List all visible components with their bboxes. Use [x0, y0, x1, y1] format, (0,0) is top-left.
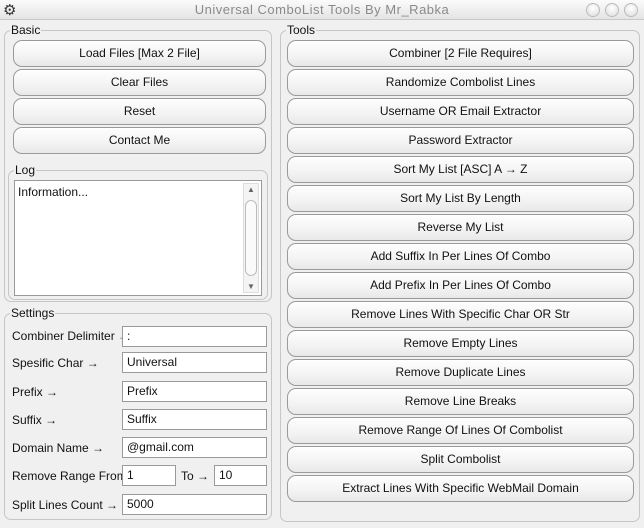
- scroll-down-icon[interactable]: ▼: [244, 282, 258, 291]
- remove-range-label: Remove Range From :: [12, 469, 134, 483]
- minimize-button[interactable]: [586, 3, 600, 17]
- tools-button-reverse-my-list[interactable]: Reverse My List: [287, 214, 634, 241]
- title-bar: ⚙ Universal ComboList Tools By Mr_Rabka: [0, 0, 644, 20]
- tools-button-sort-my-list-by-length[interactable]: Sort My List By Length: [287, 185, 634, 212]
- range-to-input[interactable]: 10: [214, 465, 267, 486]
- log-textarea[interactable]: Information... ▲ ▼: [14, 180, 262, 296]
- log-scrollbar[interactable]: ▲ ▼: [243, 183, 259, 293]
- tools-button-sort-my-list-asc-a-z[interactable]: Sort My List [ASC] A → Z: [287, 156, 634, 183]
- split-lines-input[interactable]: 5000: [122, 494, 267, 515]
- basic-group-label: Basic: [10, 23, 42, 37]
- close-button[interactable]: [624, 3, 638, 17]
- basic-button-contact-me[interactable]: Contact Me: [13, 127, 266, 154]
- basic-button-clear-files[interactable]: Clear Files: [13, 69, 266, 96]
- tools-button-remove-lines-with-specific-char-or-str[interactable]: Remove Lines With Specific Char OR Str: [287, 301, 634, 328]
- tools-button-remove-empty-lines[interactable]: Remove Empty Lines: [287, 330, 634, 357]
- specific-char-input[interactable]: Universal: [122, 352, 267, 373]
- window-title: Universal ComboList Tools By Mr_Rabka: [194, 2, 450, 17]
- maximize-button[interactable]: [605, 3, 619, 17]
- combiner-delimiter-label: Combiner Delimiter →: [12, 329, 131, 343]
- tools-button-randomize-combolist-lines[interactable]: Randomize Combolist Lines: [287, 69, 634, 96]
- tools-button-add-prefix-in-per-lines-of-combo[interactable]: Add Prefix In Per Lines Of Combo: [287, 272, 634, 299]
- tools-button-password-extractor[interactable]: Password Extractor: [287, 127, 634, 154]
- scroll-thumb[interactable]: [245, 200, 257, 276]
- tools-button-combiner-2-file-requires[interactable]: Combiner [2 File Requires]: [287, 40, 634, 67]
- tools-button-add-suffix-in-per-lines-of-combo[interactable]: Add Suffix In Per Lines Of Combo: [287, 243, 634, 270]
- log-text: Information...: [18, 185, 89, 199]
- split-lines-label: Split Lines Count →: [12, 498, 119, 512]
- range-from-input[interactable]: 1: [122, 465, 176, 486]
- tools-button-split-combolist[interactable]: Split Combolist: [287, 446, 634, 473]
- range-to-label: To →: [181, 469, 210, 483]
- combiner-delimiter-input[interactable]: :: [122, 326, 267, 347]
- tools-group-label: Tools: [286, 23, 317, 37]
- domain-name-label: Domain Name →: [12, 441, 105, 455]
- domain-name-input[interactable]: @gmail.com: [122, 437, 267, 458]
- tools-button-remove-range-of-lines-of-combolist[interactable]: Remove Range Of Lines Of Combolist: [287, 417, 634, 444]
- prefix-label: Prefix →: [12, 385, 59, 399]
- tools-button-extract-lines-with-specific-webmail-domain[interactable]: Extract Lines With Specific WebMail Doma…: [287, 475, 634, 502]
- tools-button-remove-line-breaks[interactable]: Remove Line Breaks: [287, 388, 634, 415]
- settings-group-label: Settings: [10, 306, 56, 320]
- tools-button-remove-duplicate-lines[interactable]: Remove Duplicate Lines: [287, 359, 634, 386]
- suffix-label: Suffix →: [12, 413, 58, 427]
- basic-button-load-files-max-2-file[interactable]: Load Files [Max 2 File]: [13, 40, 266, 67]
- prefix-input[interactable]: Prefix: [122, 381, 267, 402]
- tools-button-username-or-email-extractor[interactable]: Username OR Email Extractor: [287, 98, 634, 125]
- specific-char-label: Spesific Char →: [12, 356, 99, 370]
- suffix-input[interactable]: Suffix: [122, 409, 267, 430]
- basic-button-reset[interactable]: Reset: [13, 98, 266, 125]
- scroll-up-icon[interactable]: ▲: [244, 185, 258, 194]
- log-group-label: Log: [14, 163, 37, 177]
